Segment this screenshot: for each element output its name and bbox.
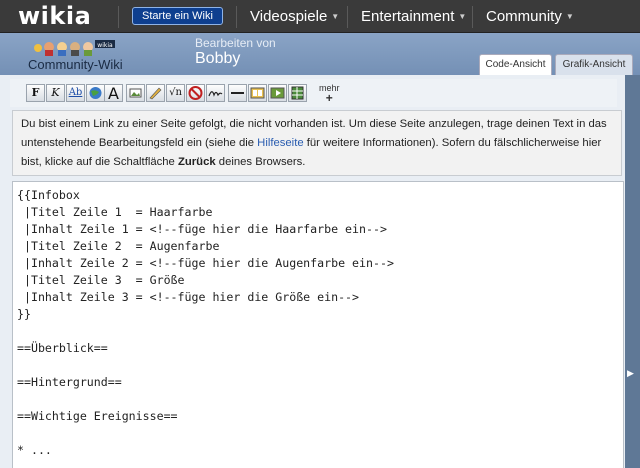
plus-icon: +: [325, 91, 333, 105]
tab-code-view[interactable]: Code-Ansicht: [479, 54, 552, 75]
horizontal-line-button[interactable]: [228, 84, 247, 102]
code-line: |Titel Zeile 1 = Haarfarbe: [17, 205, 213, 219]
notice-back-text: Zurück: [177, 156, 216, 168]
code-line: * ...: [17, 443, 52, 457]
pencil-icon: [149, 87, 162, 100]
nav-divider: [472, 6, 473, 28]
code-line: |Inhalt Zeile 1 = <!--füge hier die Haar…: [17, 222, 387, 236]
horizontal-line-icon: [231, 92, 244, 94]
edit-textarea[interactable]: {{Infobox |Titel Zeile 1 = Haarfarbe |In…: [12, 181, 624, 468]
code-line: }}: [17, 307, 31, 321]
code-line: ==Wichtige Ereignisse==: [17, 409, 178, 423]
bold-button[interactable]: F: [26, 84, 45, 102]
image-button[interactable]: [126, 84, 145, 102]
nav-item-label: Community: [486, 8, 562, 25]
code-line: ==Überblick==: [17, 341, 108, 355]
media-button[interactable]: [146, 84, 165, 102]
notice-text: deines Browsers.: [215, 156, 306, 168]
gallery-button[interactable]: [248, 84, 267, 102]
help-page-link[interactable]: Hilfeseite: [257, 137, 303, 149]
internal-link-button[interactable]: Ab: [66, 84, 85, 102]
nav-divider: [347, 6, 348, 28]
wikia-logo[interactable]: wikia: [18, 2, 91, 30]
svg-text:wikia: wikia: [97, 42, 113, 49]
italic-button[interactable]: K: [46, 84, 65, 102]
nav-item-label: Entertainment: [361, 8, 455, 25]
nowiki-button[interactable]: [186, 84, 205, 102]
page-title: Bobby: [195, 50, 241, 67]
wiki-wordmark[interactable]: Community-Wiki: [28, 57, 123, 72]
nav-item-label: Videospiele: [250, 8, 328, 25]
code-line: ==Hintergrund==: [17, 375, 122, 389]
globe-icon: [89, 87, 102, 99]
tab-visual-view[interactable]: Grafik-Ansicht: [555, 54, 633, 75]
nav-divider: [236, 6, 237, 28]
sqrt-icon: √n: [169, 87, 182, 98]
table-button[interactable]: [288, 84, 307, 102]
start-wiki-button[interactable]: Starte ein Wiki: [132, 7, 223, 25]
right-rail: [625, 75, 640, 468]
chevron-down-icon: ▼: [458, 12, 467, 21]
nav-divider: [118, 6, 119, 28]
code-line: {{Infobox: [17, 188, 80, 202]
nav-item-community[interactable]: Community ▼: [486, 8, 574, 25]
more-tools-button[interactable]: mehr +: [319, 83, 340, 104]
video-button[interactable]: [268, 84, 287, 102]
nav-item-entertainment[interactable]: Entertainment ▼: [361, 8, 466, 25]
image-icon: [129, 88, 142, 98]
chevron-down-icon: ▼: [565, 12, 574, 21]
nav-item-videospiele[interactable]: Videospiele ▼: [250, 8, 339, 25]
code-line: |Inhalt Zeile 2 = <!--füge hier die Auge…: [17, 256, 394, 270]
code-line: |Inhalt Zeile 3 = <!--füge hier die Größ…: [17, 290, 360, 304]
missing-page-notice: Du bist einem Link zu einer Seite gefolg…: [12, 110, 622, 176]
signature-icon: [208, 91, 223, 97]
heading-button[interactable]: A: [104, 84, 123, 102]
wiki-mascots-logo[interactable]: wikia: [33, 38, 117, 56]
math-button[interactable]: √n: [166, 84, 185, 102]
chevron-down-icon: ▼: [331, 12, 340, 21]
code-line: |Titel Zeile 3 = Größe: [17, 273, 185, 287]
expand-arrow-icon[interactable]: ▶: [627, 369, 634, 379]
no-format-icon: [188, 86, 203, 100]
signature-button[interactable]: [206, 84, 225, 102]
table-icon: [291, 86, 304, 100]
video-icon: [270, 87, 285, 99]
code-line: |Titel Zeile 2 = Augenfarbe: [17, 239, 220, 253]
external-link-button[interactable]: [86, 84, 105, 102]
edit-label: Bearbeiten von: [195, 36, 276, 50]
gallery-icon: [250, 87, 265, 99]
